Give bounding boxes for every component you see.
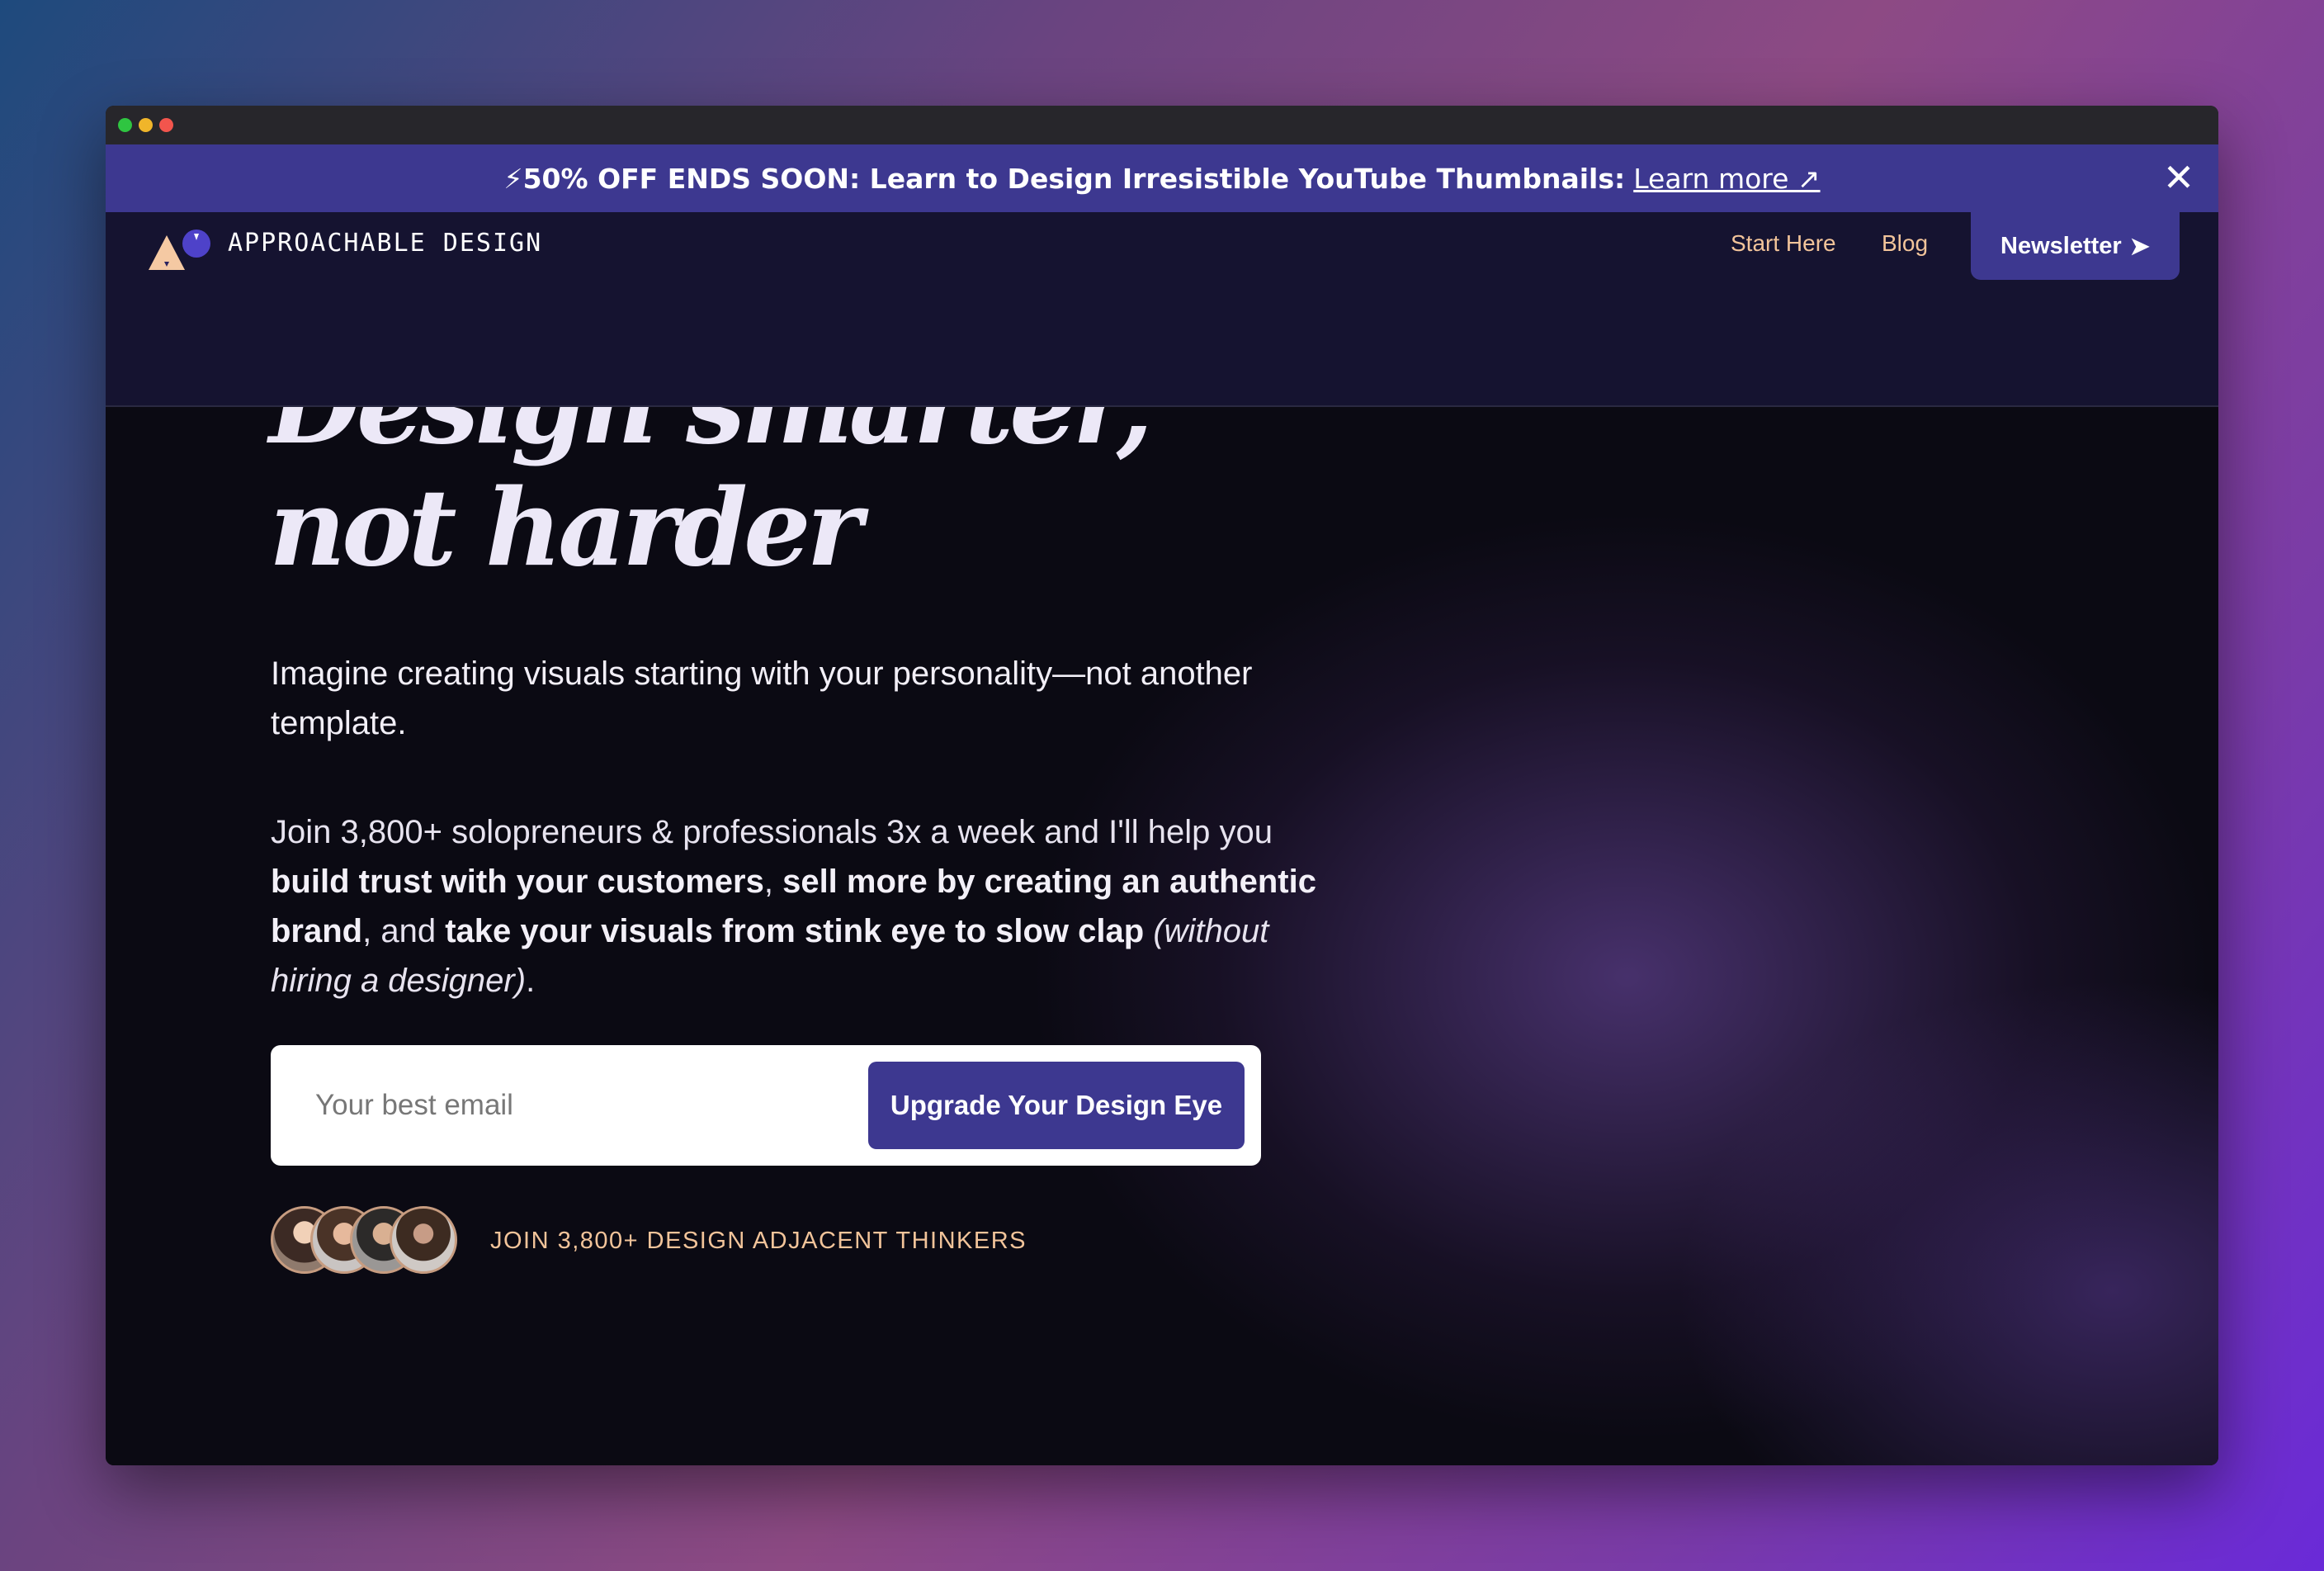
pitch-text: , [763, 864, 783, 900]
avatar [390, 1206, 457, 1274]
close-icon[interactable]: ✕ [2154, 153, 2204, 202]
headline-line-2: not harder [269, 466, 862, 590]
logo-icon[interactable] [149, 229, 215, 278]
site-header: APPROACHABLE DESIGN Start Here Blog News… [106, 212, 2218, 407]
email-input[interactable] [271, 1045, 848, 1166]
pitch-emphasis: take your visuals from stink eye to slow… [445, 913, 1145, 949]
pitch-text: Join 3,800+ solopreneurs & professionals… [271, 814, 1273, 850]
pitch-emphasis: build trust with your customers [271, 864, 764, 900]
lightning-icon: ⚡ [503, 162, 523, 195]
promo-banner: ⚡ 50% OFF ENDS SOON: Learn to Design Irr… [106, 144, 2218, 212]
brand-name[interactable]: APPROACHABLE DESIGN [228, 229, 542, 258]
browser-window: ⚡ 50% OFF ENDS SOON: Learn to Design Irr… [106, 106, 2218, 1465]
upgrade-design-eye-button[interactable]: Upgrade Your Design Eye [868, 1062, 1245, 1149]
send-arrow-icon: ➤ [2129, 233, 2150, 260]
window-titlebar [106, 106, 2218, 144]
hero-section: Design smarter, not harder Imagine creat… [106, 302, 2218, 1465]
newsletter-button[interactable]: Newsletter ➤ [1971, 212, 2180, 280]
window-maximize-button[interactable] [118, 118, 132, 132]
social-proof-text: JOIN 3,800+ DESIGN ADJACENT THINKERS [490, 1228, 1027, 1254]
signup-form: Upgrade Your Design Eye [271, 1045, 1261, 1166]
newsletter-label: Newsletter [2000, 232, 2122, 259]
hero-subheadline: Imagine creating visuals starting with y… [271, 655, 1253, 741]
window-minimize-button[interactable] [139, 118, 153, 132]
nav-link-blog[interactable]: Blog [1882, 230, 1928, 257]
window-close-button[interactable] [159, 118, 173, 132]
pitch-text: , and [362, 913, 446, 949]
pitch-text [1144, 913, 1153, 949]
hero-pitch: Join 3,800+ solopreneurs & professionals… [271, 807, 1344, 1006]
promo-banner-text: 50% OFF ENDS SOON: Learn to Design Irres… [522, 162, 1626, 195]
nav-link-start-here[interactable]: Start Here [1731, 230, 1836, 257]
learn-more-link[interactable]: Learn more ↗ [1633, 163, 1820, 195]
pitch-text: . [526, 963, 536, 999]
